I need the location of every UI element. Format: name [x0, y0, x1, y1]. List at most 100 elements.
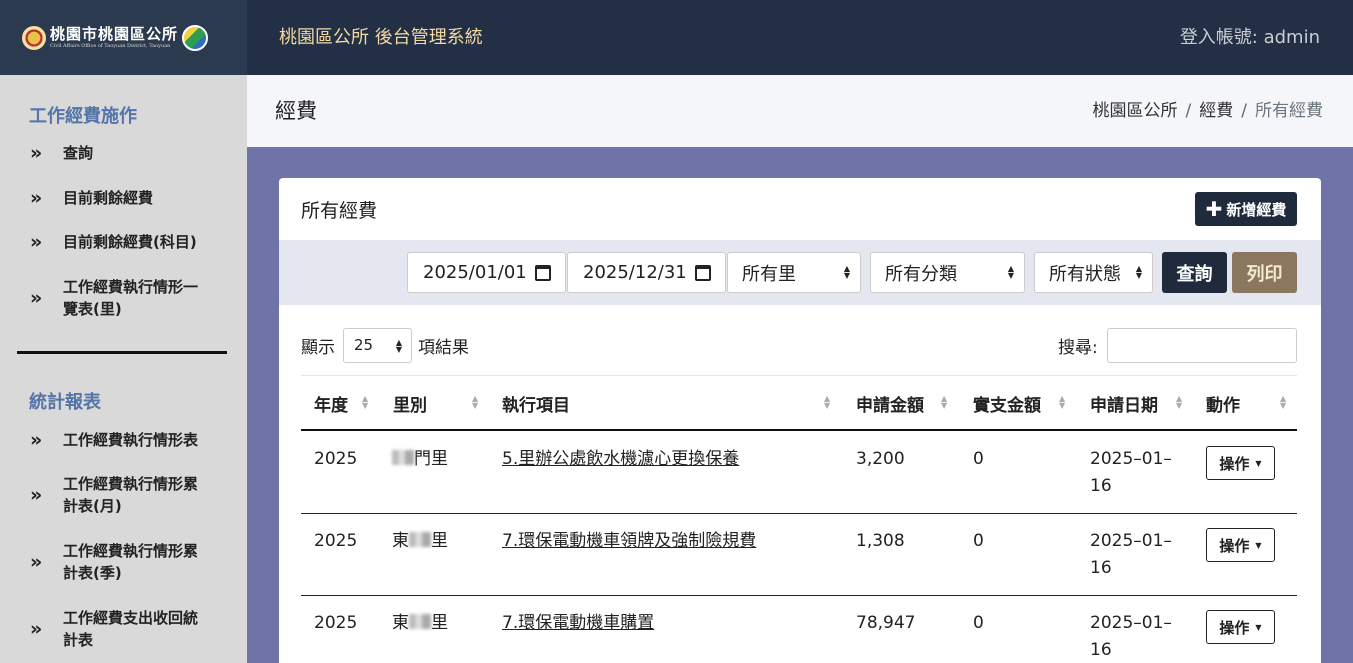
cell-amount: 78,947 [856, 613, 916, 633]
breadcrumb-home[interactable]: 桃園區公所 [1093, 101, 1178, 121]
select-arrows-icon: ▲ ▼ [1007, 264, 1014, 280]
app-title: 桃園區公所 後台管理系統 [279, 27, 483, 48]
search-input[interactable] [1107, 328, 1297, 363]
date-from-value: 2025/01/01 [423, 262, 527, 283]
sidebar-divider [17, 351, 227, 354]
village-select-value: 所有里 [742, 263, 796, 285]
double-chevron-right-icon: » [30, 231, 42, 253]
search-label: 搜尋: [1058, 338, 1098, 358]
date-from-input[interactable]: 2025/01/01 [407, 252, 566, 293]
sidebar-item-remaining-funds-subject[interactable]: » 目前剩餘經費(科目) [30, 231, 230, 253]
cell-date: 2025–01–16 [1090, 531, 1172, 578]
breadcrumb-current: 所有經費 [1255, 101, 1323, 121]
sidebar-item-remaining-funds[interactable]: » 目前剩餘經費 [30, 187, 230, 209]
column-header-actual[interactable]: 實支金額 [973, 391, 1041, 416]
sidebar-item-label: 工作經費執行情形表 [63, 431, 199, 449]
double-chevron-right-icon: » [30, 551, 42, 573]
sort-arrows-icon[interactable]: ▲ ▼ [824, 395, 830, 410]
category-select[interactable]: 所有分類 ▲ ▼ [870, 252, 1025, 293]
length-suffix: 項結果 [418, 338, 469, 358]
logo-sub-text: Civil Affairs Office of Taoyuan District… [50, 42, 171, 49]
sidebar-item-label: 目前剩餘經費 [63, 189, 154, 207]
category-select-value: 所有分類 [885, 263, 957, 285]
top-header: 桃園市桃園區公所 Civil Affairs Office of Taoyuan… [0, 0, 1353, 75]
date-to-input[interactable]: 2025/12/31 [567, 252, 726, 293]
sidebar-item-execution-quarterly[interactable]: » 工作經費執行情形累計表(季) [30, 540, 210, 584]
column-header-year[interactable]: 年度 [314, 391, 348, 416]
cell-item-link[interactable]: 7.環保電動機車領牌及強制險規費 [502, 528, 756, 555]
card-title: 所有經費 [301, 200, 378, 222]
cell-amount: 3,200 [856, 449, 905, 469]
sort-arrows-icon[interactable]: ▲ ▼ [941, 395, 947, 410]
sort-arrows-icon[interactable]: ▲ ▼ [1280, 395, 1286, 410]
select-arrows-icon: ▲ ▼ [395, 338, 402, 354]
row-action-dropdown[interactable]: 操作 ▼ [1206, 610, 1275, 644]
breadcrumb: 桃園區公所 / 經費 / 所有經費 [1092, 101, 1323, 121]
village-select[interactable]: 所有里 ▲ ▼ [727, 252, 861, 293]
column-header-date[interactable]: 申請日期 [1090, 391, 1158, 416]
query-button[interactable]: 查詢 [1162, 252, 1227, 293]
select-arrows-icon: ▲ ▼ [1135, 264, 1142, 280]
plus-icon: ✚ [1205, 197, 1223, 221]
cell-amount: 1,308 [856, 531, 905, 551]
sort-arrows-icon[interactable]: ▲ ▼ [1176, 395, 1182, 410]
column-header-amount[interactable]: 申請金額 [856, 391, 924, 416]
sidebar-section-title-funding: 工作經費施作 [29, 106, 137, 127]
cell-village: 東里 [392, 613, 448, 633]
add-funds-button[interactable]: ✚ 新增經費 [1195, 192, 1297, 226]
print-button[interactable]: 列印 [1232, 252, 1297, 293]
sidebar-item-expense-recovery-stats[interactable]: » 工作經費支出收回統計表 [30, 607, 210, 651]
breadcrumb-funds[interactable]: 經費 [1199, 101, 1233, 121]
funds-card: 所有經費 ✚ 新增經費 2025/01/01 2025/12/31 所有里 ▲ ▼… [279, 178, 1321, 663]
sort-arrows-icon[interactable]: ▲ ▼ [362, 395, 368, 410]
cell-item-link[interactable]: 5.里辦公處飲水機濾心更換保養 [502, 446, 739, 473]
status-select[interactable]: 所有狀態 ▲ ▼ [1034, 252, 1153, 293]
redacted-text [409, 532, 431, 547]
add-funds-label: 新增經費 [1226, 200, 1287, 219]
logo[interactable]: 桃園市桃園區公所 Civil Affairs Office of Taoyuan… [0, 0, 247, 75]
sort-arrows-icon[interactable]: ▲ ▼ [472, 395, 478, 410]
redacted-text [409, 614, 431, 629]
double-chevron-right-icon: » [30, 484, 42, 506]
redacted-text [392, 450, 414, 465]
sidebar-item-execution-monthly[interactable]: » 工作經費執行情形累計表(月) [30, 473, 210, 517]
sidebar-item-query[interactable]: » 查詢 [30, 142, 230, 164]
page-length-select[interactable]: 25 ▲ ▼ [343, 328, 412, 363]
row-action-dropdown[interactable]: 操作 ▼ [1206, 528, 1275, 562]
cell-village: 門里 [392, 446, 448, 473]
row-action-dropdown[interactable]: 操作 ▼ [1206, 446, 1275, 480]
cell-actual: 0 [973, 531, 984, 551]
column-header-action[interactable]: 動作 [1206, 391, 1240, 416]
table-top-divider [301, 375, 1297, 376]
caret-down-icon: ▼ [1255, 458, 1262, 468]
logo-text: 桃園市桃園區公所 Civil Affairs Office of Taoyuan… [50, 24, 179, 50]
calendar-icon[interactable] [695, 265, 711, 281]
sidebar-item-execution-report[interactable]: » 工作經費執行情形表 [30, 429, 230, 451]
calendar-icon[interactable] [535, 265, 551, 281]
caret-down-icon: ▼ [1255, 622, 1262, 632]
content-header: 經費 桃園區公所 / 經費 / 所有經費 [247, 75, 1353, 147]
logo-main-text: 桃園市桃園區公所 [50, 24, 179, 43]
district-emblem-icon [182, 24, 209, 51]
sort-arrows-icon[interactable]: ▲ ▼ [1059, 395, 1065, 410]
cell-date: 2025–01–16 [1090, 613, 1172, 660]
filter-bar: 2025/01/01 2025/12/31 所有里 ▲ ▼ 所有分類 ▲ ▼ 所有狀… [279, 240, 1321, 305]
date-to-value: 2025/12/31 [583, 262, 687, 283]
sidebar-item-label: 工作經費執行情形一覽表(里) [63, 278, 199, 318]
sidebar-item-label: 查詢 [63, 144, 94, 162]
double-chevron-right-icon: » [30, 187, 42, 209]
cell-village: 東里 [392, 531, 448, 551]
page-length-value: 25 [354, 336, 374, 354]
sidebar-section-title-reports: 統計報表 [29, 392, 101, 413]
length-prefix: 顯示 [301, 338, 335, 358]
cell-item-link[interactable]: 7.環保電動機車購置 [502, 610, 654, 637]
column-header-village[interactable]: 里別 [393, 391, 427, 416]
double-chevron-right-icon: » [30, 618, 42, 640]
column-header-item[interactable]: 執行項目 [502, 391, 570, 416]
select-arrows-icon: ▲ ▼ [843, 264, 850, 280]
cell-year: 2025 [314, 449, 358, 469]
sidebar-item-execution-overview-village[interactable]: » 工作經費執行情形一覽表(里) [30, 276, 210, 320]
table-header-divider [301, 429, 1297, 431]
row-divider [301, 595, 1297, 596]
sidebar: 工作經費施作 » 查詢 » 目前剩餘經費 » 目前剩餘經費(科目) » 工作經費… [0, 75, 247, 663]
